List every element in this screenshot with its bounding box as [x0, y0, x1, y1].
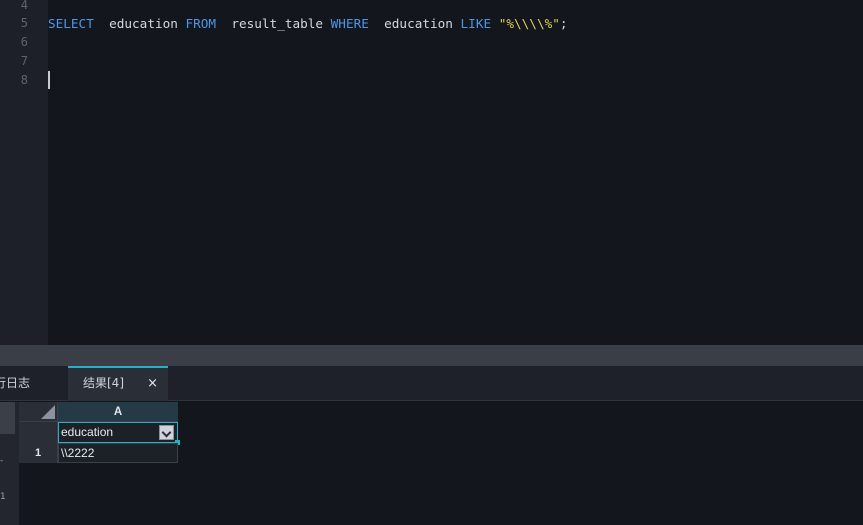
- code-line-5[interactable]: SELECT education FROM result_table WHERE…: [48, 14, 568, 33]
- field-name-label: education: [61, 425, 114, 439]
- line-number: 6: [20, 35, 28, 49]
- result-panel: - 1 A education 1 \\2222: [0, 402, 863, 525]
- text-caret: [48, 71, 50, 89]
- field-row-header: [19, 422, 58, 443]
- tab-result[interactable]: 结果[4] ×: [68, 366, 168, 401]
- tab-result-label: 结果[4]: [83, 376, 124, 390]
- statement-terminator: ;: [559, 16, 568, 31]
- tab-run-log-label: 行日志: [0, 376, 31, 390]
- close-icon[interactable]: ×: [147, 368, 158, 399]
- line-number: 7: [20, 54, 28, 68]
- side-toolbar-button[interactable]: [0, 402, 15, 434]
- table-name: result_table: [231, 16, 324, 31]
- keyword-like: LIKE: [460, 16, 492, 31]
- keyword-from: FROM: [185, 16, 217, 31]
- tab-run-log[interactable]: 行日志: [0, 366, 68, 401]
- panel-splitter[interactable]: [0, 345, 863, 366]
- like-pattern-string: "%\\\\%": [498, 16, 560, 31]
- table-cell[interactable]: \\2222: [58, 443, 178, 463]
- chevron-down-icon[interactable]: [159, 425, 174, 440]
- result-side-toolbar: - 1: [0, 402, 19, 525]
- line-number-gutter: 4 5 6 7 8: [0, 0, 48, 345]
- row-number-header[interactable]: 1: [19, 443, 58, 463]
- column-name: education: [109, 16, 178, 31]
- column-header-a[interactable]: A: [58, 402, 178, 422]
- column-name: education: [384, 16, 453, 31]
- select-all-corner[interactable]: [19, 402, 58, 422]
- keyword-where: WHERE: [330, 16, 369, 31]
- result-tab-bar: 行日志 结果[4] ×: [0, 366, 863, 401]
- line-number: 5: [20, 16, 28, 30]
- side-toolbar-icon[interactable]: 1: [0, 492, 6, 502]
- field-name-cell[interactable]: education: [58, 422, 180, 445]
- keyword-select: SELECT: [48, 16, 94, 31]
- side-toolbar-icon[interactable]: -: [0, 456, 3, 466]
- sql-editor[interactable]: 4 5 6 7 8 SELECT education FROM result_t…: [0, 0, 863, 345]
- line-number: 8: [20, 73, 28, 87]
- line-number: 4: [20, 0, 28, 12]
- select-all-icon: [41, 405, 55, 419]
